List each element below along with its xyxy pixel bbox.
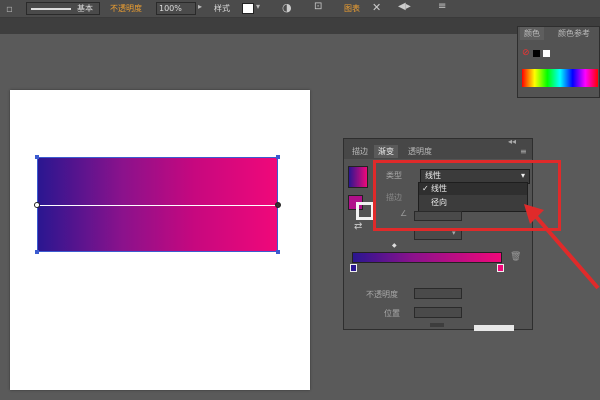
doc-setup-button[interactable]: 图表 xyxy=(344,3,360,14)
gradient-thumbnail[interactable] xyxy=(348,166,368,188)
style-dropdown-icon[interactable]: ▾ xyxy=(256,2,260,11)
tab-gradient[interactable]: 渐变 xyxy=(374,145,398,158)
stop-location-input[interactable] xyxy=(414,307,462,318)
opacity-input[interactable]: 100% xyxy=(156,2,196,15)
fill-stroke-indicator[interactable] xyxy=(348,195,374,220)
align-icon[interactable]: ⊡ xyxy=(314,1,322,12)
corner-handle-tr[interactable] xyxy=(276,155,280,159)
tab-color-guide[interactable]: 颜色参考 xyxy=(554,27,594,40)
stroke-line-preview xyxy=(31,8,71,10)
opacity-value: 100% xyxy=(159,4,182,13)
panel-collapse-icon[interactable]: ◂◂ xyxy=(508,137,516,146)
gradient-start-handle[interactable] xyxy=(34,202,40,208)
stroke-profile-dropdown[interactable]: 基本 xyxy=(26,2,100,15)
annotation-arrow xyxy=(524,204,600,290)
tool-indicator: ▫ xyxy=(6,4,13,15)
reverse-gradient-icon[interactable]: ⇄ xyxy=(354,221,362,232)
corner-handle-tl[interactable] xyxy=(35,155,39,159)
corner-handle-br[interactable] xyxy=(276,250,280,254)
tab-color[interactable]: 颜色 xyxy=(520,27,544,40)
none-swatch-icon[interactable]: ⊘ xyxy=(522,48,530,58)
transform-icon[interactable]: ✕ xyxy=(372,1,381,14)
control-bar: ▫ 基本 不透明度 100% ▸ 样式 ▾ ◑ ⊡ 图表 ✕ ◀▸ ≡ xyxy=(0,0,600,18)
black-swatch[interactable] xyxy=(533,50,540,57)
color-panel: 颜色 颜色参考 ⊘ xyxy=(517,26,600,98)
midpoint-diamond-icon[interactable]: ◆ xyxy=(392,242,397,249)
color-stop-left[interactable] xyxy=(350,264,357,272)
gradient-end-handle[interactable] xyxy=(275,202,281,208)
panel-tab-bar: 描边 渐变 透明度 ◂◂ ≡ xyxy=(344,137,532,159)
gradient-slider[interactable] xyxy=(352,252,502,263)
color-spectrum[interactable] xyxy=(522,69,598,87)
recolor-icon[interactable]: ◑ xyxy=(282,1,292,14)
corner-handle-bl[interactable] xyxy=(35,250,39,254)
panel-scroll-indicator xyxy=(474,325,514,331)
opacity-label[interactable]: 不透明度 xyxy=(110,3,142,14)
tab-transparency[interactable]: 透明度 xyxy=(404,145,436,158)
opacity-field-label: 不透明度 xyxy=(366,290,398,299)
opacity-arrow-icon[interactable]: ▸ xyxy=(198,2,202,11)
color-stop-right[interactable] xyxy=(497,264,504,272)
location-field-label: 位置 xyxy=(384,309,400,318)
gradient-annotator-line[interactable] xyxy=(37,205,278,206)
menu-more-icon[interactable]: ≡ xyxy=(438,1,446,12)
style-label: 样式 xyxy=(214,4,230,13)
white-swatch[interactable] xyxy=(543,50,550,57)
panel-menu-icon[interactable]: ≡ xyxy=(520,147,527,156)
style-swatch[interactable] xyxy=(242,3,254,14)
stop-opacity-input[interactable] xyxy=(414,288,462,299)
stroke-swatch[interactable] xyxy=(356,202,374,220)
document-tab-strip xyxy=(0,18,600,34)
arrange-icon[interactable]: ◀▸ xyxy=(398,1,411,12)
tab-stroke[interactable]: 描边 xyxy=(348,145,372,158)
stroke-profile-value: 基本 xyxy=(77,4,93,13)
panel-resize-grip[interactable] xyxy=(430,323,444,327)
